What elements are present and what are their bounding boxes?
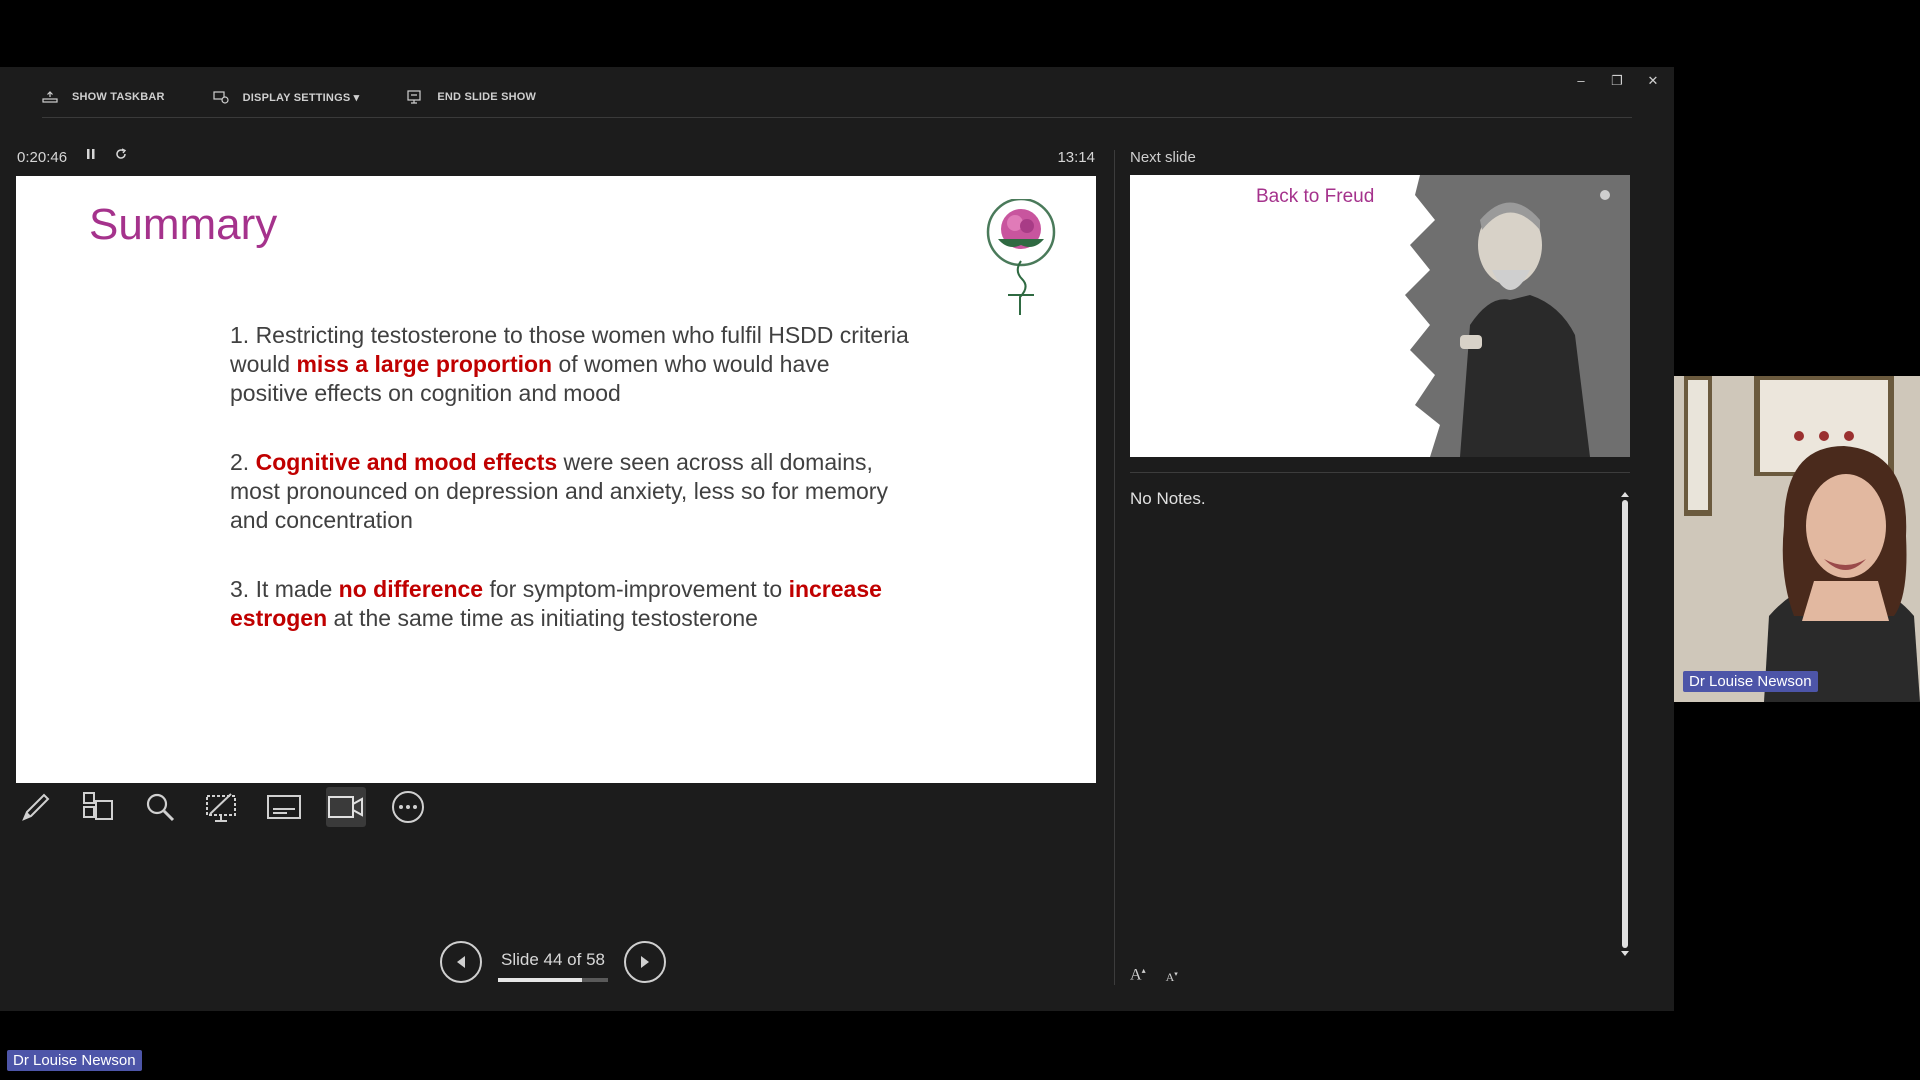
slide-progress-fill — [498, 978, 582, 982]
next-slide-label: Next slide — [1130, 149, 1196, 166]
point-text: 2. — [230, 449, 256, 475]
see-all-slides-icon — [83, 792, 113, 820]
notes-scrollbar[interactable] — [1619, 490, 1631, 958]
scrollbar-thumb[interactable] — [1622, 500, 1628, 948]
notes-font-controls: A▴ A▾ — [1130, 966, 1178, 985]
minimize-button[interactable]: – — [1574, 73, 1588, 89]
point-text: 3. It made — [230, 576, 339, 602]
presenter-view: SHOW TASKBAR DISPLAY SETTINGS ▾ END SLID… — [0, 67, 1674, 1011]
pointer-icon — [206, 793, 236, 822]
summary-point-3: 3. It made no difference for symptom-imp… — [230, 575, 910, 633]
slide-title: Summary — [89, 200, 278, 249]
reset-timer-button[interactable] — [114, 147, 128, 164]
taskbar-icon — [42, 91, 58, 103]
end-slide-show-button[interactable]: END SLIDE SHOW — [407, 90, 536, 104]
end-show-icon — [407, 90, 421, 104]
summary-point-1: 1. Restricting testosterone to those wom… — [230, 321, 910, 408]
decrease-font-button[interactable]: A▾ — [1166, 970, 1178, 985]
scroll-down-icon — [1621, 951, 1629, 956]
portrait-image — [1405, 175, 1630, 457]
camera-icon — [328, 796, 363, 818]
restore-button[interactable]: ❐ — [1610, 73, 1624, 89]
previous-icon — [457, 956, 465, 968]
point-highlight: no difference — [338, 576, 484, 602]
see-all-slides-button[interactable] — [78, 787, 118, 827]
zoom-button[interactable] — [140, 787, 180, 827]
next-icon — [641, 956, 649, 968]
summary-points: 1. Restricting testosterone to those wom… — [230, 321, 910, 673]
decrease-font-label: A — [1165, 970, 1175, 984]
slide-counter[interactable]: Slide 44 of 58 — [498, 950, 608, 982]
speaker-video-image — [1674, 376, 1920, 702]
current-slide[interactable]: Summary 1. Restricting testosterone to t… — [16, 176, 1096, 783]
zoom-icon — [146, 793, 175, 822]
increase-font-button[interactable]: A▴ — [1130, 966, 1146, 985]
subtitles-icon — [267, 795, 301, 819]
close-button[interactable]: ✕ — [1646, 73, 1660, 89]
slide-counter-text: Slide 44 of 58 — [501, 950, 605, 969]
panel-divider — [1114, 150, 1115, 985]
pause-icon — [87, 149, 95, 159]
notes-divider — [1130, 472, 1630, 473]
summary-point-2: 2. Cognitive and mood effects were seen … — [230, 448, 910, 535]
reset-icon — [116, 148, 127, 159]
previous-slide-button[interactable] — [440, 941, 482, 983]
window-controls: – ❐ ✕ — [1574, 73, 1660, 89]
point-text: for symptom-improvement to — [483, 576, 789, 602]
black-screen-button[interactable] — [202, 787, 242, 827]
elapsed-timer: 0:20:46 — [17, 149, 68, 166]
pause-timer-button[interactable] — [86, 147, 96, 164]
subtitles-button[interactable] — [264, 787, 304, 827]
scroll-up-icon — [1621, 492, 1629, 497]
display-settings-icon — [213, 91, 229, 104]
slide-progress-track — [498, 978, 608, 982]
pen-tool-button[interactable] — [16, 787, 56, 827]
participant-name-tag: Dr Louise Newson — [7, 1050, 142, 1071]
point-highlight: miss a large proportion — [296, 351, 553, 377]
slide-navigation: Slide 44 of 58 — [440, 941, 666, 983]
end-slide-show-label: END SLIDE SHOW — [437, 91, 537, 103]
next-slide-button[interactable] — [624, 941, 666, 983]
display-settings-label: DISPLAY SETTINGS ▾ — [242, 91, 360, 104]
more-options-icon — [392, 791, 424, 823]
camera-toggle-button[interactable] — [326, 787, 366, 827]
point-highlight: Cognitive and mood effects — [255, 449, 558, 475]
show-taskbar-button[interactable]: SHOW TASKBAR — [42, 90, 165, 104]
pen-icon — [22, 793, 50, 821]
show-taskbar-label: SHOW TASKBAR — [72, 91, 165, 103]
toolbar-divider — [42, 117, 1632, 118]
current-time: 13:14 — [1057, 149, 1095, 166]
presenter-tools — [16, 787, 428, 827]
rose-logo-icon — [986, 199, 1056, 315]
point-text: at the same time as initiating testoster… — [327, 605, 758, 631]
next-slide-thumbnail[interactable]: Back to Freud — [1130, 175, 1630, 457]
more-options-button[interactable] — [388, 787, 428, 827]
webcam-name-tag: Dr Louise Newson — [1683, 671, 1818, 692]
speaker-notes[interactable]: No Notes. — [1130, 489, 1206, 509]
webcam-feed: Dr Louise Newson — [1674, 376, 1920, 702]
presenter-toolbar: SHOW TASKBAR DISPLAY SETTINGS ▾ END SLID… — [42, 85, 536, 109]
increase-font-label: A — [1130, 966, 1142, 984]
display-settings-button[interactable]: DISPLAY SETTINGS ▾ — [213, 90, 360, 104]
